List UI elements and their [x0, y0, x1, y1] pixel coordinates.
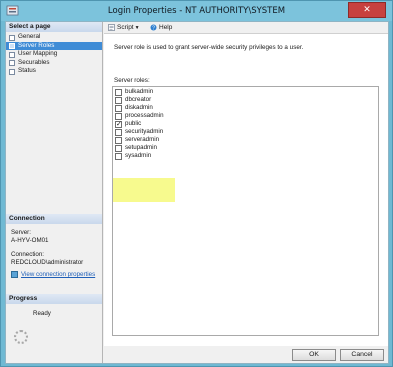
role-name: bulkadmin [125, 88, 154, 95]
help-label: Help [159, 24, 173, 31]
connection-value: REDCLOUD\administrator [11, 259, 84, 266]
role-checkbox[interactable] [115, 144, 122, 152]
dialog-footer: OK Cancel [104, 346, 388, 363]
role-row-dbcreator[interactable]: dbcreator [114, 96, 234, 104]
server-roles-label: Server roles: [114, 77, 150, 84]
server-roles-list[interactable]: bulkadmin dbcreator diskadmin processadm… [112, 86, 379, 336]
svg-text:?: ? [152, 25, 155, 31]
view-connection-properties-link[interactable]: View connection properties [21, 271, 95, 279]
page-icon [9, 68, 15, 75]
role-row-public[interactable]: ✓ public [114, 120, 234, 128]
role-name: securityadmin [125, 128, 164, 135]
login-properties-window: Login Properties - NT AUTHORITY\SYSTEM ✕… [0, 0, 393, 367]
role-name: dbcreator [125, 96, 152, 103]
server-value: A-HYV-OM01 [11, 237, 49, 244]
server-label: Server: [11, 229, 31, 236]
role-checkbox[interactable] [115, 112, 122, 120]
page-item-label: Server Roles [18, 41, 55, 49]
role-name: public [125, 120, 142, 127]
left-pane: Select a page General Server Roles User … [6, 22, 103, 363]
page-item-general[interactable]: General [6, 33, 102, 42]
role-checkbox-checked[interactable]: ✓ [115, 120, 122, 128]
page-icon [9, 51, 15, 58]
page-item-securables[interactable]: Securables [6, 59, 102, 68]
help-button[interactable]: ? Help [150, 23, 172, 33]
role-name: diskadmin [125, 104, 153, 111]
select-page-header: Select a page [6, 22, 102, 32]
page-item-server-roles[interactable]: Server Roles [6, 41, 102, 51]
connection-properties-icon [11, 271, 18, 278]
title-bar[interactable]: Login Properties - NT AUTHORITY\SYSTEM ✕ [1, 1, 392, 21]
help-icon: ? [150, 24, 157, 31]
page-item-label: Status [18, 67, 36, 75]
script-icon [108, 23, 115, 31]
progress-spinner-icon [14, 330, 28, 344]
role-checkbox[interactable] [115, 152, 122, 160]
role-row-setupadmin[interactable]: setupadmin [114, 144, 234, 152]
page-icon [9, 60, 15, 67]
ok-button[interactable]: OK [292, 349, 336, 361]
role-checkbox[interactable] [115, 104, 122, 112]
toolbar: Script▼ ? Help [104, 22, 388, 34]
role-checkbox[interactable] [115, 96, 122, 104]
script-label: Script [117, 24, 134, 31]
server-roles-description: Server role is used to grant server-wide… [114, 44, 304, 51]
sysadmin-highlight [113, 178, 175, 202]
connection-label: Connection: [11, 251, 45, 258]
server-roles-content: Server role is used to grant server-wide… [104, 34, 388, 346]
role-row-serveradmin[interactable]: serveradmin [114, 136, 234, 144]
script-button[interactable]: Script▼ [108, 23, 140, 33]
page-item-label: General [18, 33, 41, 40]
page-icon [9, 43, 15, 50]
role-row-diskadmin[interactable]: diskadmin [114, 104, 234, 112]
page-icon [9, 34, 15, 41]
role-name: serveradmin [125, 136, 160, 143]
pages-list: General Server Roles User Mapping Secura… [6, 33, 102, 76]
window-title: Login Properties - NT AUTHORITY\SYSTEM [107, 6, 286, 16]
role-checkbox[interactable] [115, 88, 122, 96]
role-checkbox[interactable] [115, 136, 122, 144]
role-checkbox[interactable] [115, 128, 122, 136]
role-name: setupadmin [125, 144, 157, 151]
role-row-sysadmin[interactable]: sysadmin [114, 152, 234, 160]
role-row-securityadmin[interactable]: securityadmin [114, 128, 234, 136]
close-button[interactable]: ✕ [348, 2, 386, 18]
page-item-label: User Mapping [18, 50, 58, 58]
page-item-user-mapping[interactable]: User Mapping [6, 50, 102, 59]
progress-status: Ready [33, 310, 51, 317]
role-row-bulkadmin[interactable]: bulkadmin [114, 88, 234, 96]
page-item-status[interactable]: Status [6, 67, 102, 76]
dialog-client-area: Select a page General Server Roles User … [5, 21, 389, 364]
chevron-down-icon[interactable]: ▼ [135, 23, 140, 33]
progress-header: Progress [6, 294, 102, 304]
role-name: sysadmin [125, 152, 152, 159]
role-row-processadmin[interactable]: processadmin [114, 112, 234, 120]
connection-header: Connection [6, 214, 102, 224]
cancel-button[interactable]: Cancel [340, 349, 384, 361]
page-item-label: Securables [18, 58, 50, 66]
role-name: processadmin [125, 112, 164, 119]
